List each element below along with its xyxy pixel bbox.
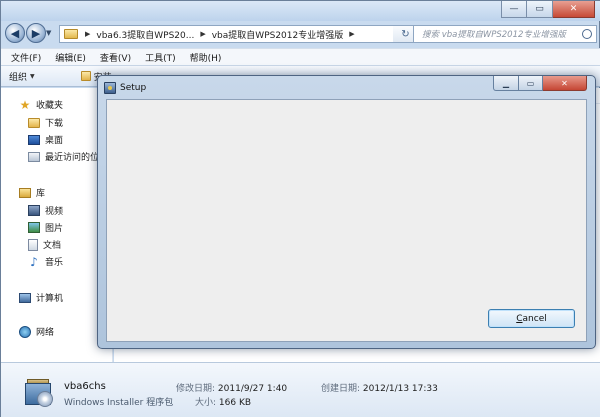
nav-network[interactable]: 网络	[19, 325, 54, 338]
nav-network-label: 网络	[36, 328, 55, 338]
search-placeholder: 搜索 vba提取自WPS2012专业增强版	[422, 30, 566, 40]
nav-item-label: 下载	[45, 119, 64, 129]
explorer-maximize-button[interactable]: ▭	[527, 1, 553, 18]
details-created: 创建日期: 2012/1/13 17:33	[321, 381, 438, 394]
nav-item-label: 视频	[45, 207, 64, 217]
nav-item-label: 音乐	[45, 258, 64, 268]
created-value: 2012/1/13 17:33	[362, 384, 438, 394]
setup-app-icon	[104, 82, 116, 94]
nav-item-videos[interactable]: 视频	[28, 204, 63, 217]
size-label: 大小:	[195, 398, 217, 408]
picture-icon	[28, 222, 40, 233]
setup-window-controls: ▁ ▭ ✕	[493, 76, 587, 91]
video-icon	[28, 205, 40, 216]
nav-item-documents[interactable]: 文档	[28, 238, 61, 251]
breadcrumb-item[interactable]: vba6.3提取自WPS20...	[93, 28, 197, 41]
nav-libraries[interactable]: 库	[19, 186, 45, 199]
document-icon	[28, 238, 38, 251]
setup-close-button[interactable]: ✕	[543, 76, 587, 91]
nav-item-label: 桌面	[45, 136, 64, 146]
nav-item-pictures[interactable]: 图片	[28, 221, 63, 234]
menu-edit[interactable]: 编辑(E)	[48, 51, 93, 64]
forward-arrow-icon: ▶	[31, 26, 41, 40]
desktop-icon	[28, 134, 40, 145]
installer-icon	[80, 71, 91, 81]
explorer-close-button[interactable]: ✕	[553, 1, 595, 18]
explorer-minimize-button[interactable]: —	[501, 1, 527, 18]
nav-favorites[interactable]: ★ 收藏夹	[19, 97, 64, 112]
breadcrumb-item[interactable]: vba提取自WPS2012专业增强版	[209, 28, 347, 41]
modified-label: 修改日期:	[176, 384, 216, 394]
chevron-down-icon: ▼	[30, 72, 35, 80]
menu-view[interactable]: 查看(V)	[93, 51, 138, 64]
setup-client-area: Cancel	[106, 99, 587, 342]
nav-computer-label: 计算机	[36, 294, 64, 304]
back-button[interactable]: ◀	[5, 23, 25, 43]
menu-file[interactable]: 文件(F)	[1, 51, 48, 64]
refresh-icon: ↻	[401, 28, 410, 40]
star-icon: ★	[19, 97, 31, 112]
breadcrumb-separator-icon[interactable]: ▶	[346, 30, 357, 38]
address-bar[interactable]: ▶ vba6.3提取自WPS20... ▶ vba提取自WPS2012专业增强版…	[59, 25, 409, 43]
nav-item-music[interactable]: ♪ 音乐	[28, 254, 64, 269]
explorer-window-controls: — ▭ ✕	[501, 1, 595, 19]
breadcrumb-separator-icon[interactable]: ▶	[197, 30, 208, 38]
recent-pages-dropdown-icon[interactable]: ▼	[46, 29, 51, 37]
nav-item-desktop[interactable]: 桌面	[28, 133, 63, 146]
search-icon[interactable]	[582, 29, 592, 39]
network-icon	[19, 325, 31, 338]
modified-value: 2011/9/27 1:40	[217, 384, 288, 394]
library-icon	[19, 187, 31, 198]
recent-places-icon	[28, 151, 40, 162]
address-row: ◀ ▶ ▼ ▶ vba6.3提取自WPS20... ▶ vba提取自WPS201…	[1, 21, 600, 47]
nav-item-downloads[interactable]: 下载	[28, 116, 63, 129]
details-file-name: vba6chs	[64, 381, 106, 392]
search-input[interactable]: 搜索 vba提取自WPS2012专业增强版	[413, 25, 597, 43]
computer-icon	[19, 292, 31, 303]
menu-tools[interactable]: 工具(T)	[138, 51, 183, 64]
nav-libraries-label: 库	[36, 189, 46, 199]
details-file-type: Windows Installer 程序包	[64, 398, 174, 408]
menu-bar: 文件(F) 编辑(E) 查看(V) 工具(T) 帮助(H)	[1, 48, 600, 65]
explorer-titlebar[interactable]: — ▭ ✕	[1, 1, 600, 21]
forward-button[interactable]: ▶	[26, 23, 46, 43]
created-label: 创建日期:	[321, 384, 361, 394]
setup-dialog: Setup ▁ ▭ ✕ Cancel	[97, 75, 596, 349]
nav-favorites-label: 收藏夹	[36, 101, 64, 111]
setup-title: Setup	[120, 83, 147, 93]
nav-item-label: 图片	[45, 224, 64, 234]
organize-button[interactable]: 组织 ▼	[1, 70, 43, 83]
downloads-folder-icon	[28, 117, 40, 128]
nav-computer[interactable]: 计算机	[19, 291, 63, 304]
details-modified: 修改日期: 2011/9/27 1:40	[176, 381, 287, 394]
back-arrow-icon: ◀	[10, 26, 20, 40]
installer-package-icon	[23, 377, 55, 409]
size-value: 166 KB	[218, 398, 252, 408]
nav-item-label: 文档	[43, 241, 62, 251]
menu-help[interactable]: 帮助(H)	[183, 51, 229, 64]
organize-label: 组织	[9, 72, 28, 83]
cancel-label-rest: ancel	[522, 313, 547, 324]
cancel-button[interactable]: Cancel	[488, 309, 575, 328]
breadcrumb-separator-icon[interactable]: ▶	[82, 30, 93, 38]
folder-icon	[64, 29, 78, 39]
nav-item-recent[interactable]: 最近访问的位...	[28, 150, 108, 163]
setup-maximize-button[interactable]: ▭	[519, 76, 543, 91]
setup-minimize-button[interactable]: ▁	[493, 76, 519, 91]
music-note-icon: ♪	[30, 254, 38, 269]
details-pane: vba6chs Windows Installer 程序包 修改日期: 2011…	[1, 362, 600, 417]
setup-titlebar[interactable]: Setup	[104, 81, 146, 95]
details-size: 大小: 166 KB	[195, 395, 251, 408]
